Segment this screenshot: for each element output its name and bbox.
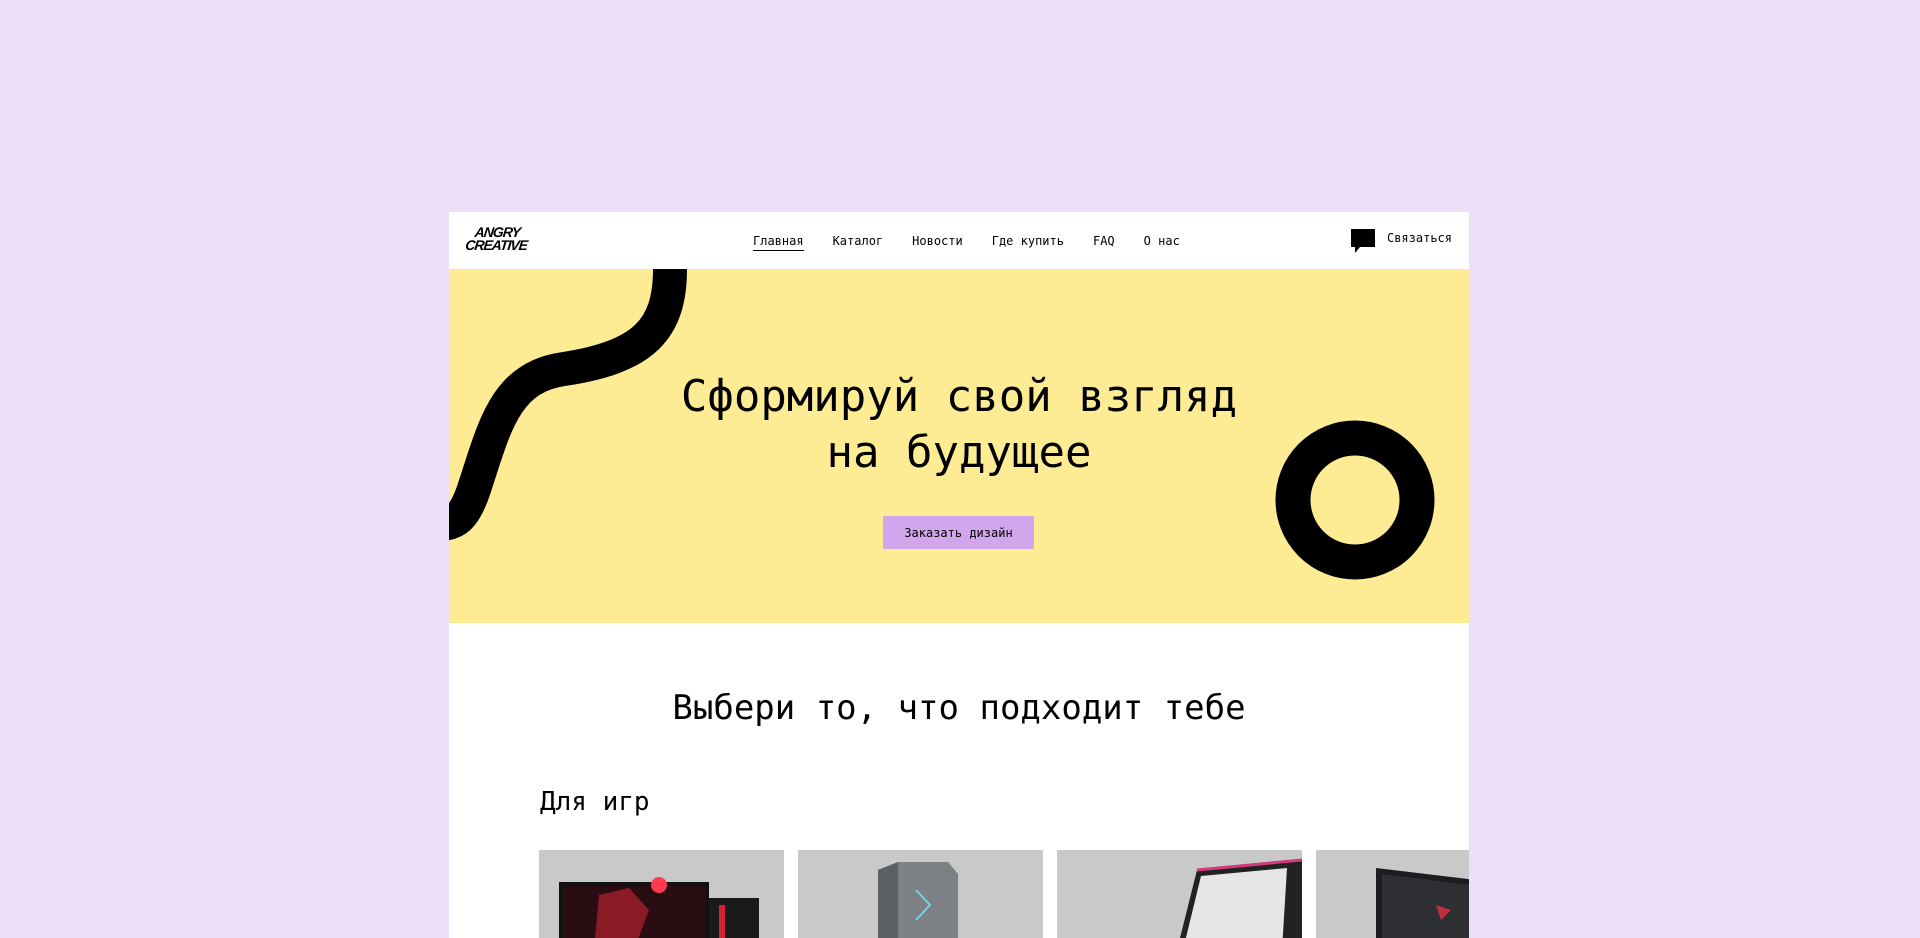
header: ANGRY CREATIVE Главная Каталог Новости Г… [449, 212, 1469, 269]
nav-item-where-to-buy[interactable]: Где купить [992, 234, 1064, 251]
order-design-button[interactable]: Заказать дизайн [883, 516, 1034, 549]
nav-item-catalog[interactable]: Каталог [833, 234, 884, 251]
laptop-image [1180, 858, 1302, 938]
chat-bubble-icon [1350, 229, 1375, 253]
product-card-laptop-2[interactable] [1316, 850, 1469, 938]
nav-item-home[interactable]: Главная [753, 234, 804, 251]
product-cards [539, 850, 1469, 938]
nav-item-about[interactable]: О нас [1144, 234, 1180, 251]
main-nav: Главная Каталог Новости Где купить FAQ О… [753, 234, 1209, 251]
gaming-setup-image [559, 877, 759, 938]
logo-line-2: CREATIVE [464, 237, 528, 253]
hero-title: Сформируй свой взгляд на будущее [449, 369, 1469, 481]
logo[interactable]: ANGRY CREATIVE [464, 224, 529, 253]
category-heading: Для игр [540, 787, 650, 817]
laptop-image-2 [1376, 868, 1469, 938]
product-card-laptop[interactable] [1057, 850, 1302, 938]
hero-title-line-2: на будущее [826, 427, 1092, 478]
contact-button[interactable]: Связаться [1350, 229, 1452, 253]
hero-banner: Сформируй свой взгляд на будущее Заказат… [449, 269, 1469, 623]
nav-item-faq[interactable]: FAQ [1093, 234, 1115, 251]
desktop-tower-image [878, 862, 958, 938]
section-heading: Выбери то, что подходит тебе [672, 688, 1246, 728]
product-card-gaming-setup[interactable] [539, 850, 784, 938]
site-frame: ANGRY CREATIVE Главная Каталог Новости Г… [449, 212, 1469, 938]
product-card-desktop-tower[interactable] [798, 850, 1043, 938]
nav-item-news[interactable]: Новости [912, 234, 963, 251]
hero-title-line-1: Сформируй свой взгляд [680, 371, 1238, 422]
contact-label: Связаться [1386, 231, 1452, 245]
